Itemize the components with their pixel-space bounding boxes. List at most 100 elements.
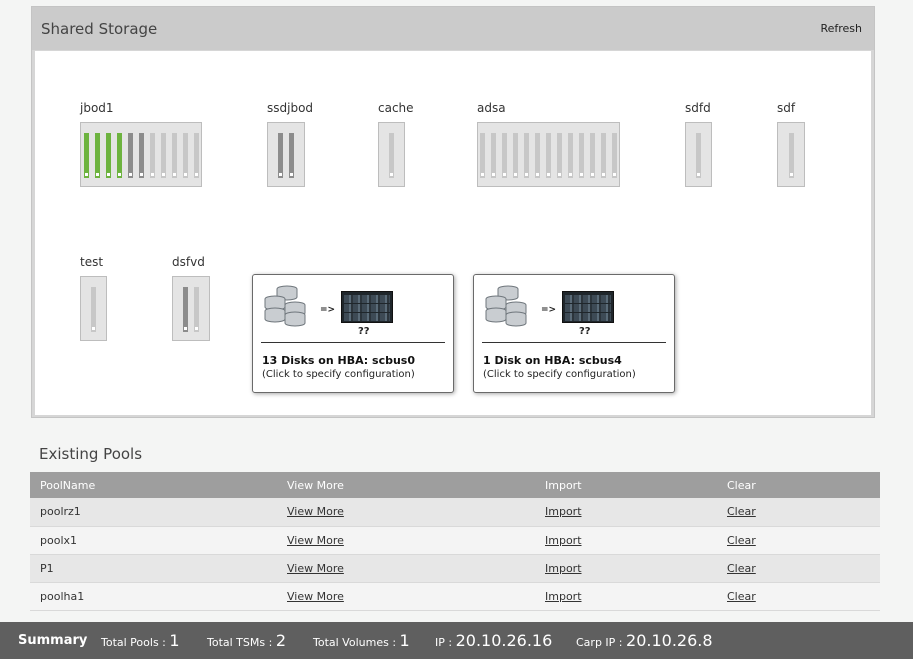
shared-storage-body: jbod1 ssdjbod cache adsa sdfd sdf test d… xyxy=(35,51,871,415)
disk-slot xyxy=(194,133,199,178)
summary-total-tsms: Total TSMs : 2 xyxy=(207,622,286,659)
shared-storage-title: Shared Storage xyxy=(41,20,158,38)
pool-name: poolx1 xyxy=(30,526,287,555)
table-row: poolha1 View More Import Clear xyxy=(30,582,880,611)
disk-slot xyxy=(502,133,507,178)
hba-card-subtitle: (Click to specify configuration) xyxy=(483,369,636,380)
disk-slot xyxy=(524,133,529,178)
pool-name: poolha1 xyxy=(30,582,287,611)
view-more-link[interactable]: View More xyxy=(287,505,344,518)
shared-storage-header: Shared Storage Refresh xyxy=(32,7,874,50)
existing-pools-title: Existing Pools xyxy=(39,445,143,463)
table-row: poolrz1 View More Import Clear xyxy=(30,498,880,527)
disk-slot xyxy=(95,133,100,178)
table-row: poolx1 View More Import Clear xyxy=(30,526,880,555)
hba-card-scbus0[interactable]: => ?? 13 Disks on HBA: scbus0 (Click to … xyxy=(252,274,454,393)
jbod-sdf[interactable] xyxy=(777,122,805,187)
hba-card-scbus4[interactable]: => ?? 1 Disk on HBA: scbus4 (Click to sp… xyxy=(473,274,675,393)
view-more-link[interactable]: View More xyxy=(287,534,344,547)
disk-slot xyxy=(696,133,701,178)
disk-slot xyxy=(183,133,188,178)
view-more-link[interactable]: View More xyxy=(287,590,344,603)
total-volumes-label: Total Volumes : xyxy=(313,636,397,649)
jbod-label-jbod1: jbod1 xyxy=(80,101,114,115)
column-header-import: Import xyxy=(545,472,727,498)
disk-slot xyxy=(568,133,573,178)
card-divider xyxy=(261,342,445,343)
import-link[interactable]: Import xyxy=(545,534,582,547)
disk-slot xyxy=(513,133,518,178)
carp-ip-value: 20.10.26.8 xyxy=(626,631,713,650)
view-more-link[interactable]: View More xyxy=(287,562,344,575)
disk-slot xyxy=(579,133,584,178)
disk-slot xyxy=(546,133,551,178)
arrow-label: => xyxy=(320,305,336,315)
clear-link[interactable]: Clear xyxy=(727,505,756,518)
disk-slot xyxy=(601,133,606,178)
carp-ip-label: Carp IP : xyxy=(576,636,623,649)
jbod-label-adsa: adsa xyxy=(477,101,506,115)
hba-card-title: 13 Disks on HBA: scbus0 xyxy=(262,354,416,367)
disk-slot xyxy=(194,287,199,332)
unknown-label: ?? xyxy=(358,326,370,337)
disk-slot xyxy=(289,133,294,178)
disks-icon xyxy=(485,285,527,327)
shared-storage-panel: Shared Storage Refresh jbod1 ssdjbod cac… xyxy=(31,6,875,418)
pools-table: PoolName View More Import Clear poolrz1 … xyxy=(30,472,880,611)
disk-slot xyxy=(161,133,166,178)
disk-slot xyxy=(612,133,617,178)
summary-bar: Summary Total Pools : 1 Total TSMs : 2 T… xyxy=(0,622,913,659)
disk-slot xyxy=(172,133,177,178)
jbod-label-dsfvd: dsfvd xyxy=(172,255,205,269)
disk-slot xyxy=(128,133,133,178)
total-pools-value: 1 xyxy=(169,631,180,650)
table-row: P1 View More Import Clear xyxy=(30,554,880,583)
disk-slot xyxy=(91,287,96,332)
summary-heading: Summary xyxy=(18,633,88,648)
jbod-dsfvd[interactable] xyxy=(172,276,210,341)
jbod-cache[interactable] xyxy=(378,122,405,187)
clear-link[interactable]: Clear xyxy=(727,534,756,547)
total-volumes-value: 1 xyxy=(399,631,410,650)
clear-link[interactable]: Clear xyxy=(727,562,756,575)
disks-icon xyxy=(264,285,306,327)
disk-slot xyxy=(535,133,540,178)
import-link[interactable]: Import xyxy=(545,562,582,575)
summary-total-pools: Total Pools : 1 xyxy=(101,622,180,659)
hba-card-subtitle: (Click to specify configuration) xyxy=(262,369,415,380)
import-link[interactable]: Import xyxy=(545,505,582,518)
disk-slot xyxy=(491,133,496,178)
hba-card-title: 1 Disk on HBA: scbus4 xyxy=(483,354,622,367)
disk-slot xyxy=(389,133,394,178)
jbod-adsa[interactable] xyxy=(477,122,620,187)
disk-slot xyxy=(84,133,89,178)
clear-link[interactable]: Clear xyxy=(727,590,756,603)
total-tsms-label: Total TSMs : xyxy=(207,636,273,649)
disk-slot xyxy=(117,133,122,178)
summary-carp-ip: Carp IP : 20.10.26.8 xyxy=(576,622,713,659)
jbod-test[interactable] xyxy=(80,276,107,341)
column-header-poolname: PoolName xyxy=(30,472,287,498)
unknown-label: ?? xyxy=(579,326,591,337)
jbod-sdfd[interactable] xyxy=(685,122,712,187)
ip-label: IP : xyxy=(435,636,453,649)
disk-slot xyxy=(789,133,794,178)
arrow-label: => xyxy=(541,305,557,315)
card-divider xyxy=(482,342,666,343)
server-rack-icon xyxy=(341,291,393,323)
refresh-button[interactable]: Refresh xyxy=(820,22,862,35)
column-header-view-more: View More xyxy=(287,472,545,498)
jbod-label-sdfd: sdfd xyxy=(685,101,711,115)
disk-slot xyxy=(106,133,111,178)
jbod-label-test: test xyxy=(80,255,104,269)
server-rack-icon xyxy=(562,291,614,323)
jbod-label-cache: cache xyxy=(378,101,414,115)
import-link[interactable]: Import xyxy=(545,590,582,603)
jbod-jbod1[interactable] xyxy=(80,122,202,187)
summary-ip: IP : 20.10.26.16 xyxy=(435,622,552,659)
disk-slot xyxy=(278,133,283,178)
column-header-clear: Clear xyxy=(727,472,880,498)
jbod-ssdjbod[interactable] xyxy=(267,122,305,187)
jbod-label-sdf: sdf xyxy=(777,101,796,115)
disk-slot xyxy=(139,133,144,178)
